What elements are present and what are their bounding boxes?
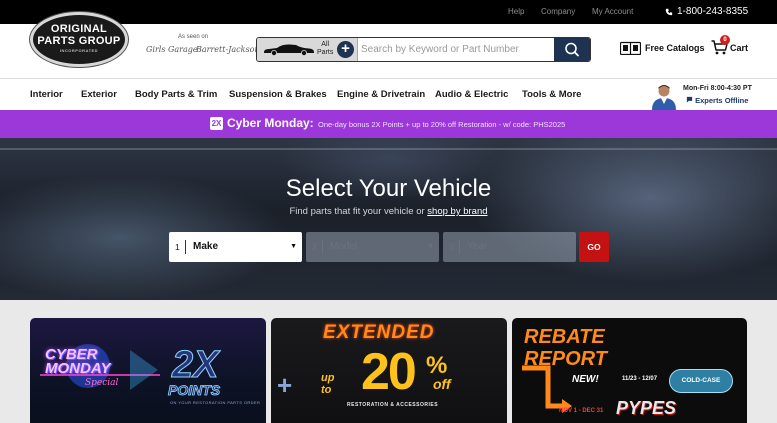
promo-badge: 2X: [210, 117, 223, 130]
up-to-label-line2: to: [321, 384, 332, 396]
girls-garage-logo: Girls Garage: [146, 45, 198, 54]
make-select-label: Make: [193, 241, 219, 252]
cold-case-logo: COLD-CASE: [669, 369, 733, 393]
chevron-down-icon: ▼: [427, 243, 434, 250]
search-icon: [565, 42, 579, 57]
make-select[interactable]: 1 Make ▼: [169, 232, 302, 262]
my-account-link[interactable]: My Account: [592, 7, 633, 16]
search-button[interactable]: [554, 38, 590, 61]
2x-heading: 2X: [171, 344, 219, 386]
opg-logo[interactable]: ORIGINAL PARTS GROUP INCORPORATED: [30, 12, 128, 67]
shop-by-brand-link[interactable]: shop by brand: [427, 206, 487, 217]
rebate-report-heading: REBATE REPORT: [524, 326, 607, 370]
barrett-jackson-logo: Barrett-Jackson: [196, 45, 260, 54]
all-parts-label-line2: Parts: [317, 49, 334, 56]
hero-title: Select Your Vehicle: [285, 175, 492, 202]
cart-link[interactable]: 0 Cart: [711, 35, 749, 55]
promo-title: Cyber Monday:: [227, 116, 314, 130]
free-catalogs-label: Free Catalogs: [645, 43, 705, 53]
nov-dec-dates: NOV 1 - DEC 31: [559, 408, 604, 414]
catalog-icon: [620, 41, 641, 55]
search-input[interactable]: [361, 40, 551, 59]
new-label: NEW!: [572, 374, 599, 385]
promo-description: One-day bonus 2X Points + up to 20% off …: [318, 120, 566, 129]
experts-status-label: Experts Offline: [695, 96, 749, 105]
all-parts-label-line1: All: [321, 41, 330, 48]
support-hours: Mon-Fri 8:00-4:30 PT: [683, 85, 752, 92]
vehicle-selector-hero: Select Your Vehicle Find parts that fit …: [0, 138, 777, 300]
logo-line2: PARTS GROUP: [37, 35, 121, 47]
model-select[interactable]: 2 Model ▼: [306, 232, 439, 262]
rebate-report-heading-line2: REPORT: [524, 348, 607, 370]
promo-banner[interactable]: 2X Cyber Monday: One-day bonus 2X Points…: [0, 110, 777, 138]
nav-item-engine-drivetrain[interactable]: Engine & Drivetrain: [337, 89, 425, 100]
rebate-report-heading-line1: REBATE: [524, 326, 605, 348]
phone-number: 1-800-243-8355: [677, 6, 749, 17]
restoration-label: RESTORATION & ACCESSORIES: [347, 402, 439, 408]
points-tagline: ON YOUR RESTORATION PARTS ORDER: [170, 400, 261, 405]
extended-heading: EXTENDED: [323, 322, 435, 343]
plus-icon: +: [337, 41, 354, 58]
hero-subtitle-text: Find parts that fit your vehicle or: [289, 206, 425, 217]
car-icon: [264, 44, 314, 56]
cart-count-badge: 0: [720, 35, 730, 45]
year-select-label: Year: [467, 241, 488, 252]
top-utility-bar: Help Company My Account 1-800-243-8355: [0, 0, 777, 24]
make-select-divider: [185, 240, 186, 254]
model-select-step: 2: [312, 242, 317, 252]
make-select-step: 1: [175, 242, 180, 252]
chat-icon: [686, 96, 693, 103]
logo-line3: INCORPORATED: [59, 48, 99, 53]
points-heading: POINTS: [168, 382, 221, 399]
up-to-label-line1: up: [321, 372, 335, 384]
up-to-label: up to: [321, 372, 334, 396]
phone-link[interactable]: 1-800-243-8355: [665, 6, 748, 17]
go-button[interactable]: GO: [579, 232, 609, 262]
company-link[interactable]: Company: [541, 7, 575, 16]
search-bar: All Parts +: [256, 37, 591, 62]
year-select-step: 3: [449, 242, 454, 252]
pypes-logo: PYPES: [616, 398, 677, 418]
cyber-monday-card[interactable]: CYBER MONDAY Special 2X POINTS ON YOUR R…: [30, 318, 266, 423]
year-select-divider: [459, 240, 460, 254]
plus-icon: +: [277, 370, 293, 400]
hero-background-stripe: [0, 148, 777, 150]
cart-label: Cart: [730, 42, 749, 53]
special-label: Special: [85, 378, 119, 388]
nav-item-body-parts-trim[interactable]: Body Parts & Trim: [135, 89, 217, 100]
model-select-label: Model: [330, 241, 358, 252]
cyber-monday-heading-line2: MONDAY: [45, 360, 111, 377]
logo-line1: ORIGINAL: [50, 23, 108, 35]
as-seen-on-label: As seen on: [178, 34, 209, 40]
all-parts-label: All Parts: [317, 41, 333, 57]
nav-item-suspension-brakes[interactable]: Suspension & Brakes: [229, 89, 327, 100]
off-label: off: [433, 376, 451, 392]
help-link[interactable]: Help: [508, 7, 524, 16]
year-select[interactable]: 3 Year ▼: [443, 232, 576, 262]
rebate-dates: 11/23 - 12/07: [622, 376, 658, 382]
nav-item-audio-electric[interactable]: Audio & Electric: [435, 89, 508, 100]
phone-icon: [665, 8, 673, 15]
cyber-monday-heading: CYBER MONDAY: [45, 347, 111, 377]
experts-status[interactable]: Experts Offline: [686, 96, 748, 105]
all-parts-dropdown[interactable]: All Parts +: [257, 38, 358, 61]
chevron-down-icon: ▼: [564, 243, 571, 250]
model-select-divider: [322, 240, 323, 254]
discount-number: 20: [361, 343, 417, 401]
extended-sale-card[interactable]: EXTENDED + up to 20 % off RESTORATION & …: [271, 318, 507, 423]
nav-item-interior[interactable]: Interior: [30, 89, 63, 100]
nav-item-exterior[interactable]: Exterior: [81, 89, 117, 100]
chevron-down-icon: ▼: [290, 243, 297, 250]
rebate-report-card[interactable]: REBATE REPORT NEW! 11/23 - 12/07 COLD-CA…: [512, 318, 747, 423]
expert-avatar: [648, 82, 680, 110]
hero-subtitle: Find parts that fit your vehicle or shop…: [0, 206, 777, 217]
free-catalogs-link[interactable]: Free Catalogs: [620, 41, 705, 55]
nav-item-tools-more[interactable]: Tools & More: [522, 89, 581, 100]
